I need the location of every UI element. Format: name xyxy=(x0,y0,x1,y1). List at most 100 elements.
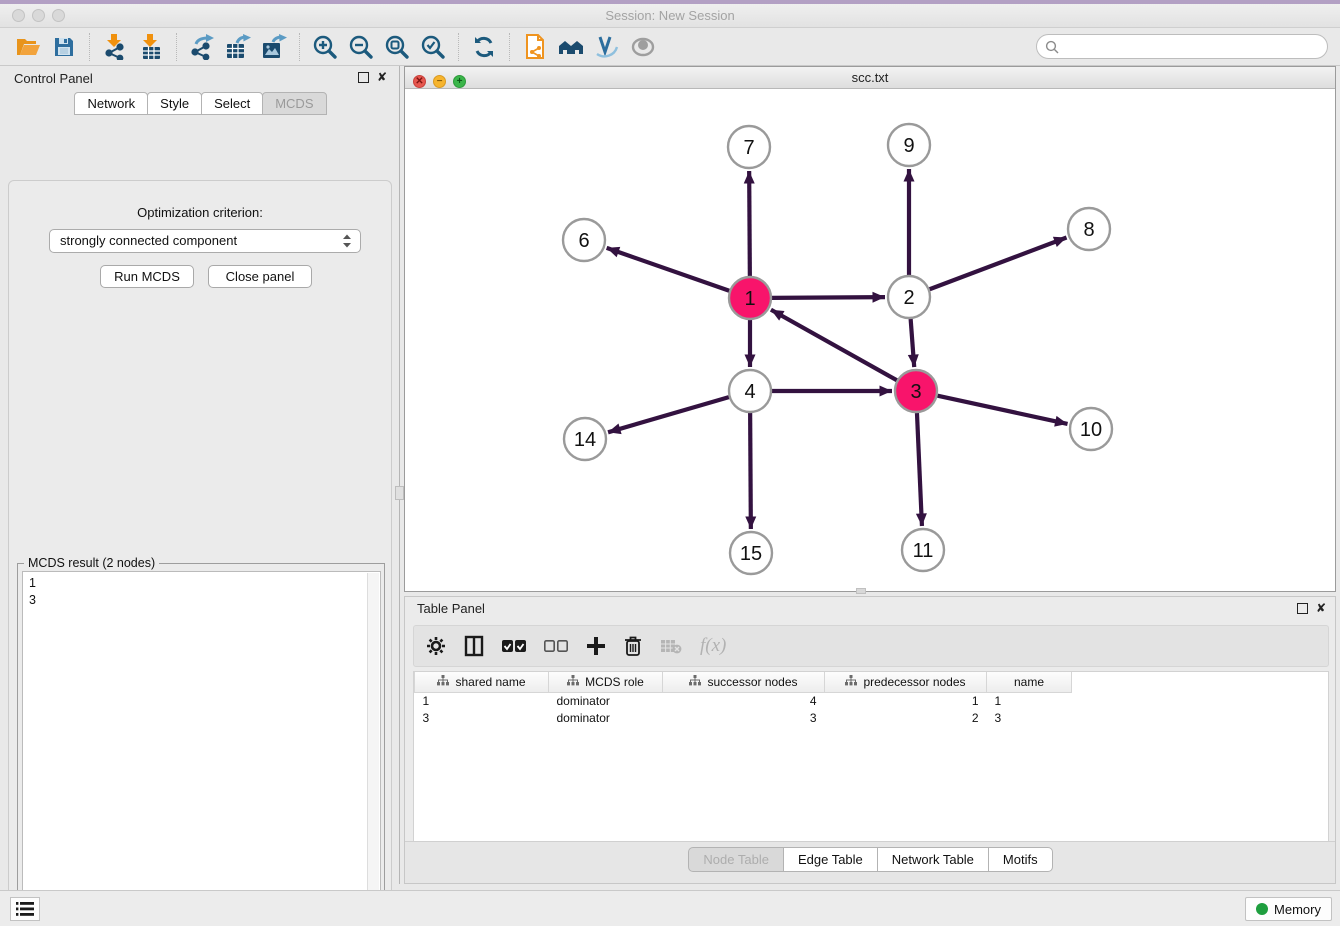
cell[interactable]: 3 xyxy=(987,709,1072,726)
network-window-titlebar[interactable]: ✕−+ scc.txt xyxy=(405,67,1335,89)
refresh-icon[interactable] xyxy=(466,31,502,63)
search-input[interactable] xyxy=(1059,37,1327,57)
panel-divider-handle[interactable] xyxy=(395,486,404,500)
vizmapper-icon[interactable] xyxy=(589,31,625,63)
tab-select[interactable]: Select xyxy=(201,92,263,115)
graph-edge-1-6[interactable] xyxy=(607,248,730,291)
import-network-icon[interactable] xyxy=(97,31,133,63)
tab-style[interactable]: Style xyxy=(147,92,202,115)
deselect-all-columns-icon[interactable] xyxy=(544,633,568,659)
network-resize-handle[interactable] xyxy=(856,588,866,594)
traffic-lights-inactive[interactable] xyxy=(12,9,72,27)
show-all-networks-icon[interactable] xyxy=(553,31,589,63)
tab-mcds[interactable]: MCDS xyxy=(262,92,326,115)
cell[interactable]: dominator xyxy=(549,709,663,726)
result-scrollbar[interactable] xyxy=(367,573,379,926)
node-table-grid[interactable]: shared nameMCDS rolesuccessor nodesprede… xyxy=(414,672,1072,726)
tab-network[interactable]: Network xyxy=(74,92,148,115)
float-panel-icon[interactable] xyxy=(358,72,369,83)
cell[interactable]: dominator xyxy=(549,692,663,709)
export-image-icon[interactable] xyxy=(256,31,292,63)
minimize-window-icon[interactable] xyxy=(32,9,45,22)
memory-button[interactable]: Memory xyxy=(1245,897,1332,921)
tab-network-table[interactable]: Network Table xyxy=(877,847,989,872)
graph-edge-1-2[interactable] xyxy=(772,297,885,298)
graph-node-label-7: 7 xyxy=(743,137,754,159)
cell[interactable]: 3 xyxy=(415,709,549,726)
save-session-icon[interactable] xyxy=(46,31,82,63)
graph-edge-4-14[interactable] xyxy=(608,397,729,432)
task-history-button[interactable] xyxy=(10,897,40,921)
column-header-name[interactable]: name xyxy=(987,672,1072,692)
cell[interactable]: 3 xyxy=(663,709,825,726)
tab-edge-table[interactable]: Edge Table xyxy=(783,847,878,872)
maximize-network-icon[interactable]: + xyxy=(453,75,466,88)
close-panel-icon[interactable]: ✘ xyxy=(377,72,388,83)
export-network-icon[interactable] xyxy=(184,31,220,63)
toolbar-separator xyxy=(89,33,90,61)
select-all-columns-icon[interactable] xyxy=(502,633,526,659)
cell[interactable]: 2 xyxy=(825,709,987,726)
run-mcds-button[interactable]: Run MCDS xyxy=(100,265,194,288)
float-table-panel-icon[interactable] xyxy=(1297,603,1308,614)
zoom-selected-icon[interactable] xyxy=(415,31,451,63)
close-network-icon[interactable]: ✕ xyxy=(413,75,426,88)
column-layout-icon[interactable] xyxy=(464,633,484,659)
zoom-in-icon[interactable] xyxy=(307,31,343,63)
column-header-shared-name[interactable]: shared name xyxy=(415,672,549,692)
mcds-result-text[interactable]: 1 3 xyxy=(22,571,381,926)
open-file-icon[interactable] xyxy=(10,31,46,63)
table-row[interactable]: 3dominator323 xyxy=(415,709,1072,726)
cell[interactable]: 1 xyxy=(987,692,1072,709)
close-table-panel-icon[interactable]: ✘ xyxy=(1316,603,1327,614)
cell[interactable]: 4 xyxy=(663,692,825,709)
column-header-predecessor-nodes[interactable]: predecessor nodes xyxy=(825,672,987,692)
cell[interactable]: 1 xyxy=(415,692,549,709)
export-table-icon[interactable] xyxy=(220,31,256,63)
graph-edge-3-10[interactable] xyxy=(937,396,1067,424)
tab-node-table[interactable]: Node Table xyxy=(688,847,784,872)
graph-edge-4-15[interactable] xyxy=(750,413,751,529)
hide-preview-eye-icon[interactable] xyxy=(625,31,661,63)
table-row[interactable]: 1dominator411 xyxy=(415,692,1072,709)
column-type-icon xyxy=(689,675,701,689)
control-panel: Control Panel ✘ NetworkStyleSelectMCDS O… xyxy=(4,66,396,884)
network-canvas[interactable]: 1234678910111415 xyxy=(405,89,1335,591)
add-row-plus-icon[interactable] xyxy=(586,633,606,659)
import-table-icon[interactable] xyxy=(133,31,169,63)
column-header-MCDS-role[interactable]: MCDS role xyxy=(549,672,663,692)
close-window-icon[interactable] xyxy=(12,9,25,22)
zoom-out-icon[interactable] xyxy=(343,31,379,63)
graph-node-label-6: 6 xyxy=(578,230,589,252)
node-table: shared nameMCDS rolesuccessor nodesprede… xyxy=(413,671,1329,843)
criterion-value: strongly connected component xyxy=(60,233,237,248)
mcds-panel-body: Optimization criterion: strongly connect… xyxy=(8,180,392,926)
column-header-successor-nodes[interactable]: successor nodes xyxy=(663,672,825,692)
minimize-network-icon[interactable]: − xyxy=(433,75,446,88)
app-titlebar: Session: New Session xyxy=(0,4,1340,28)
close-panel-button[interactable]: Close panel xyxy=(208,265,312,288)
panel-divider[interactable] xyxy=(399,66,400,884)
graph-edge-3-1[interactable] xyxy=(771,310,897,381)
search-box[interactable] xyxy=(1036,34,1328,59)
function-builder-icon-disabled: f(x) xyxy=(700,633,726,659)
graph-edge-2-3[interactable] xyxy=(911,319,915,367)
tab-motifs[interactable]: Motifs xyxy=(988,847,1053,872)
graph-edge-3-11[interactable] xyxy=(917,413,922,526)
zoom-fit-icon[interactable] xyxy=(379,31,415,63)
graph-edge-2-8[interactable] xyxy=(930,237,1067,289)
table-toolbar: f(x) xyxy=(413,625,1329,667)
graph-node-label-2: 2 xyxy=(903,287,914,309)
delete-row-trash-icon[interactable] xyxy=(624,633,642,659)
table-tab-strip: Node TableEdge TableNetwork TableMotifs xyxy=(405,841,1335,883)
control-panel-tabs: NetworkStyleSelectMCDS xyxy=(4,92,396,115)
new-network-icon[interactable] xyxy=(517,31,553,63)
cell[interactable]: 1 xyxy=(825,692,987,709)
window-title: Session: New Session xyxy=(0,4,1340,27)
zoom-window-icon[interactable] xyxy=(52,9,65,22)
table-settings-gear-icon[interactable] xyxy=(426,633,446,659)
graph-edge-1-7[interactable] xyxy=(749,171,750,276)
criterion-select[interactable]: strongly connected component xyxy=(49,229,361,253)
graph-edges xyxy=(607,169,1068,529)
delete-table-icon-disabled xyxy=(660,633,682,659)
